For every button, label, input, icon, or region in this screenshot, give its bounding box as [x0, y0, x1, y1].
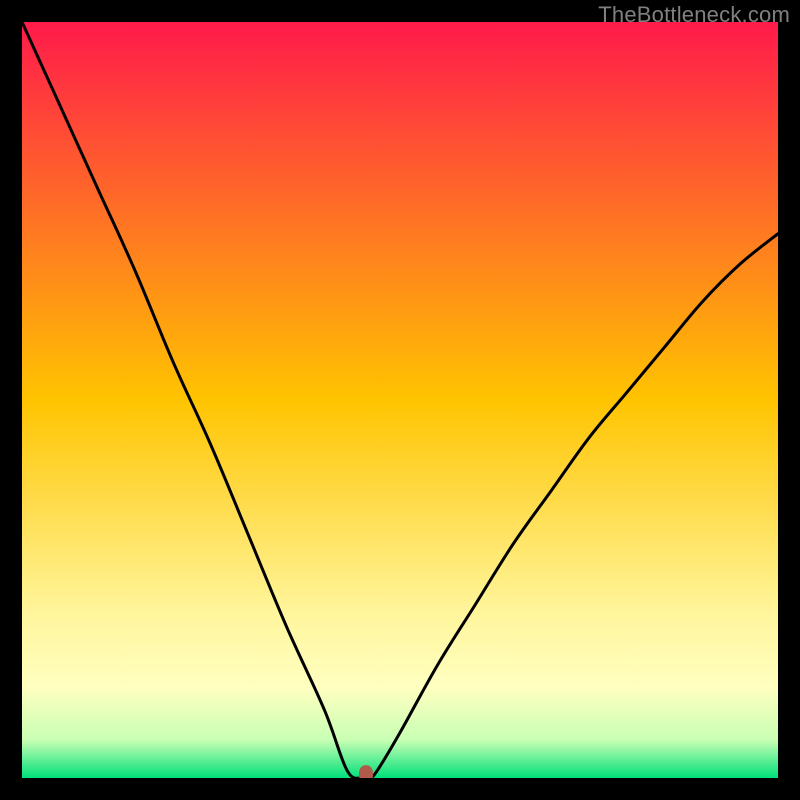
- watermark-text: TheBottleneck.com: [598, 2, 790, 28]
- chart-frame: TheBottleneck.com: [0, 0, 800, 800]
- bottleneck-chart: [22, 22, 778, 778]
- gradient-background: [22, 22, 778, 778]
- plot-area: [22, 22, 778, 778]
